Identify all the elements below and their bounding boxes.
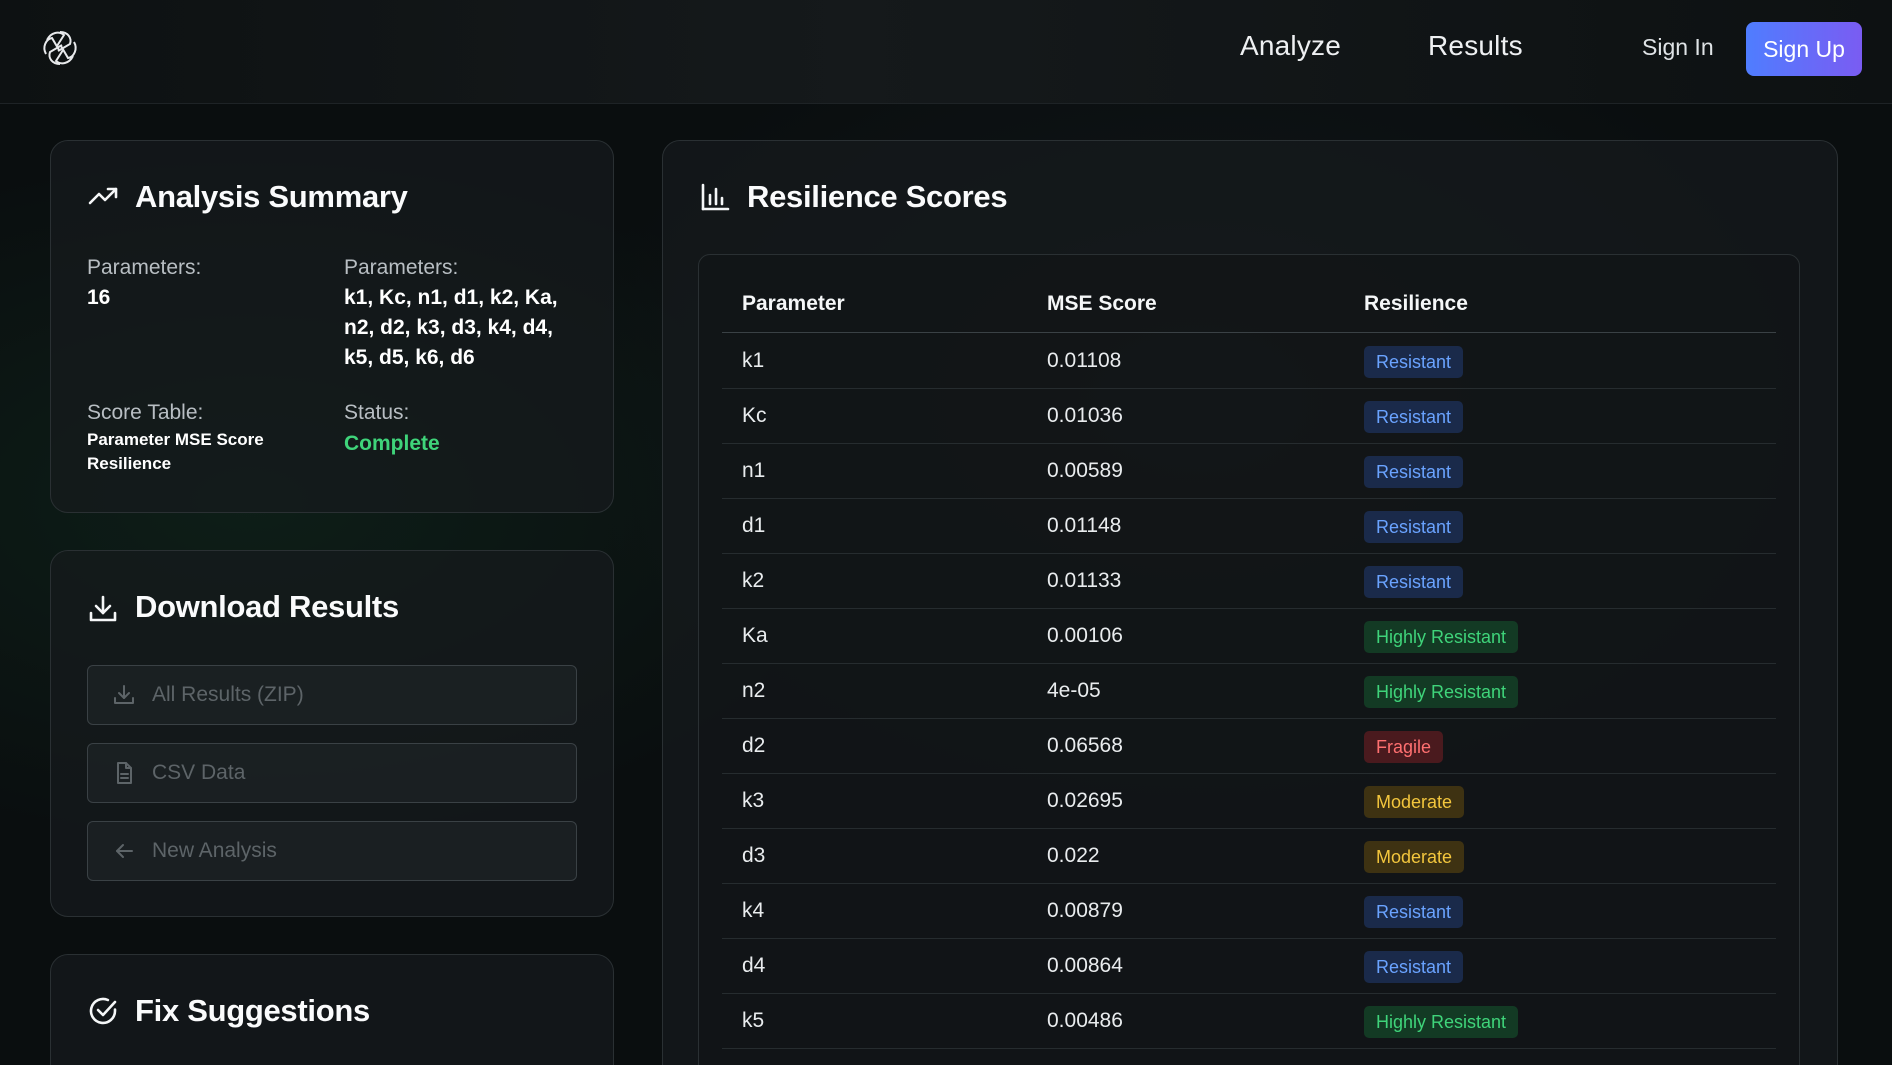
resilience-badge: Resistant (1364, 456, 1464, 488)
resilience-badge: Resistant (1364, 511, 1464, 543)
cell-parameter: n1 (742, 459, 766, 482)
cell-mse-score: 0.00486 (1047, 1009, 1123, 1032)
parameters-list-label: Parameters: (344, 256, 459, 279)
cell-mse-score: 0.022 (1047, 844, 1100, 867)
column-header-parameter[interactable]: Parameter (742, 292, 845, 316)
cell-mse-score: 0.06568 (1047, 734, 1123, 757)
table-row[interactable]: k5 0.00486 Highly Resistant (722, 994, 1776, 1049)
status-value: Complete (344, 432, 440, 455)
file-text-icon (117, 762, 132, 784)
table-row[interactable]: Ka 0.00106 Highly Resistant (722, 609, 1776, 664)
table-row[interactable]: n1 0.00589 Resistant (722, 444, 1776, 499)
fix-suggestions-card: Fix Suggestions (50, 954, 614, 1065)
sign-up-button[interactable]: Sign Up (1746, 22, 1862, 76)
nav-results-link[interactable]: Results (1428, 30, 1523, 62)
table-row[interactable]: n2 4e-05 Highly Resistant (722, 664, 1776, 719)
table-row[interactable]: d2 0.06568 Fragile (722, 719, 1776, 774)
cell-parameter: k3 (742, 789, 765, 812)
cell-parameter: n2 (742, 679, 766, 702)
score-table-line-1: Parameter MSE Score (87, 430, 264, 449)
table-row[interactable]: Kc 0.01036 Resistant (722, 389, 1776, 444)
status-label: Status: (344, 401, 410, 424)
parameters-list-line-2: n2, d2, k3, d3, k4, d4, (344, 316, 553, 339)
table-row[interactable]: d3 0.022 Moderate (722, 829, 1776, 884)
table-row[interactable]: k1 0.01108 Resistant (722, 334, 1776, 389)
analysis-summary-card: Analysis Summary Parameters: 16 Paramete… (50, 140, 614, 513)
sign-in-link[interactable]: Sign In (1642, 34, 1714, 61)
analysis-summary-title: Analysis Summary (135, 179, 408, 214)
download-results-card: Download Results All Results (ZIP) CSV D… (50, 550, 614, 917)
cell-parameter: d4 (742, 954, 766, 977)
download-csv-button[interactable]: CSV Data (87, 743, 577, 803)
cell-parameter: Ka (742, 624, 768, 647)
parameters-count-value: 16 (87, 286, 111, 309)
resilience-badge: Moderate (1364, 786, 1465, 818)
cell-mse-score: 0.00864 (1047, 954, 1123, 977)
download-icon (89, 595, 117, 622)
download-csv-label: CSV Data (152, 761, 246, 784)
score-table-line-2: Resilience (87, 454, 172, 473)
parameters-count-label: Parameters: (87, 256, 202, 279)
cell-parameter: d2 (742, 734, 766, 757)
table-row[interactable]: d1 0.01148 Resistant (722, 499, 1776, 554)
fix-suggestions-title: Fix Suggestions (135, 993, 370, 1028)
score-table-label: Score Table: (87, 401, 204, 424)
cell-mse-score: 0.00106 (1047, 624, 1123, 647)
resilience-badge: Highly Resistant (1364, 676, 1519, 708)
cell-parameter: k4 (742, 899, 765, 922)
cell-mse-score: 0.01148 (1047, 514, 1122, 537)
cell-mse-score: 0.01108 (1047, 349, 1122, 372)
new-analysis-label: New Analysis (152, 839, 277, 862)
arrow-left-icon (116, 844, 133, 858)
resilience-badge: Moderate (1364, 841, 1465, 873)
table-row[interactable]: k2 0.01133 Resistant (722, 554, 1776, 609)
cell-mse-score: 4e-05 (1047, 679, 1101, 702)
table-row[interactable]: k4 0.00879 Resistant (722, 884, 1776, 939)
resilience-badge: Resistant (1364, 566, 1464, 598)
check-circle-icon (89, 997, 117, 1025)
cell-mse-score: 0.00589 (1047, 459, 1123, 482)
cell-parameter: k2 (742, 569, 765, 592)
cell-parameter: d3 (742, 844, 766, 867)
table-row[interactable]: k3 0.02695 Moderate (722, 774, 1776, 829)
logo-icon[interactable] (40, 28, 80, 68)
cell-mse-score: 0.00879 (1047, 899, 1123, 922)
column-header-resilience[interactable]: Resilience (1364, 292, 1468, 316)
download-all-zip-label: All Results (ZIP) (152, 683, 304, 706)
download-all-zip-button[interactable]: All Results (ZIP) (87, 665, 577, 725)
cell-parameter: k1 (742, 349, 765, 372)
cell-parameter: Kc (742, 404, 767, 427)
resilience-badge: Highly Resistant (1364, 621, 1519, 653)
resilience-badge: Highly Resistant (1364, 1006, 1519, 1038)
table-header-divider (722, 332, 1776, 333)
resilience-badge: Fragile (1364, 731, 1444, 763)
resilience-badge: Resistant (1364, 896, 1464, 928)
bar-chart-icon (701, 183, 730, 211)
resilience-badge: Resistant (1364, 401, 1464, 433)
cell-parameter: d1 (742, 514, 766, 537)
resilience-scores-title: Resilience Scores (747, 179, 1008, 214)
trending-up-icon (88, 187, 118, 205)
cell-mse-score: 0.01133 (1047, 569, 1122, 592)
parameters-list-line-3: k5, d5, k6, d6 (344, 346, 475, 369)
cell-parameter: k5 (742, 1009, 765, 1032)
nav-analyze-link[interactable]: Analyze (1240, 30, 1341, 62)
resilience-badge: Resistant (1364, 346, 1464, 378)
resilience-badge: Resistant (1364, 951, 1464, 983)
download-results-title: Download Results (135, 589, 399, 624)
new-analysis-button[interactable]: New Analysis (87, 821, 577, 881)
download-icon (114, 685, 134, 704)
table-row[interactable]: d4 0.00864 Resistant (722, 939, 1776, 994)
top-nav-bar: Analyze Results Sign In Sign Up (0, 0, 1892, 104)
parameters-list-line-1: k1, Kc, n1, d1, k2, Ka, (344, 286, 558, 309)
cell-mse-score: 0.02695 (1047, 789, 1123, 812)
column-header-mse-score[interactable]: MSE Score (1047, 292, 1157, 316)
cell-mse-score: 0.01036 (1047, 404, 1123, 427)
